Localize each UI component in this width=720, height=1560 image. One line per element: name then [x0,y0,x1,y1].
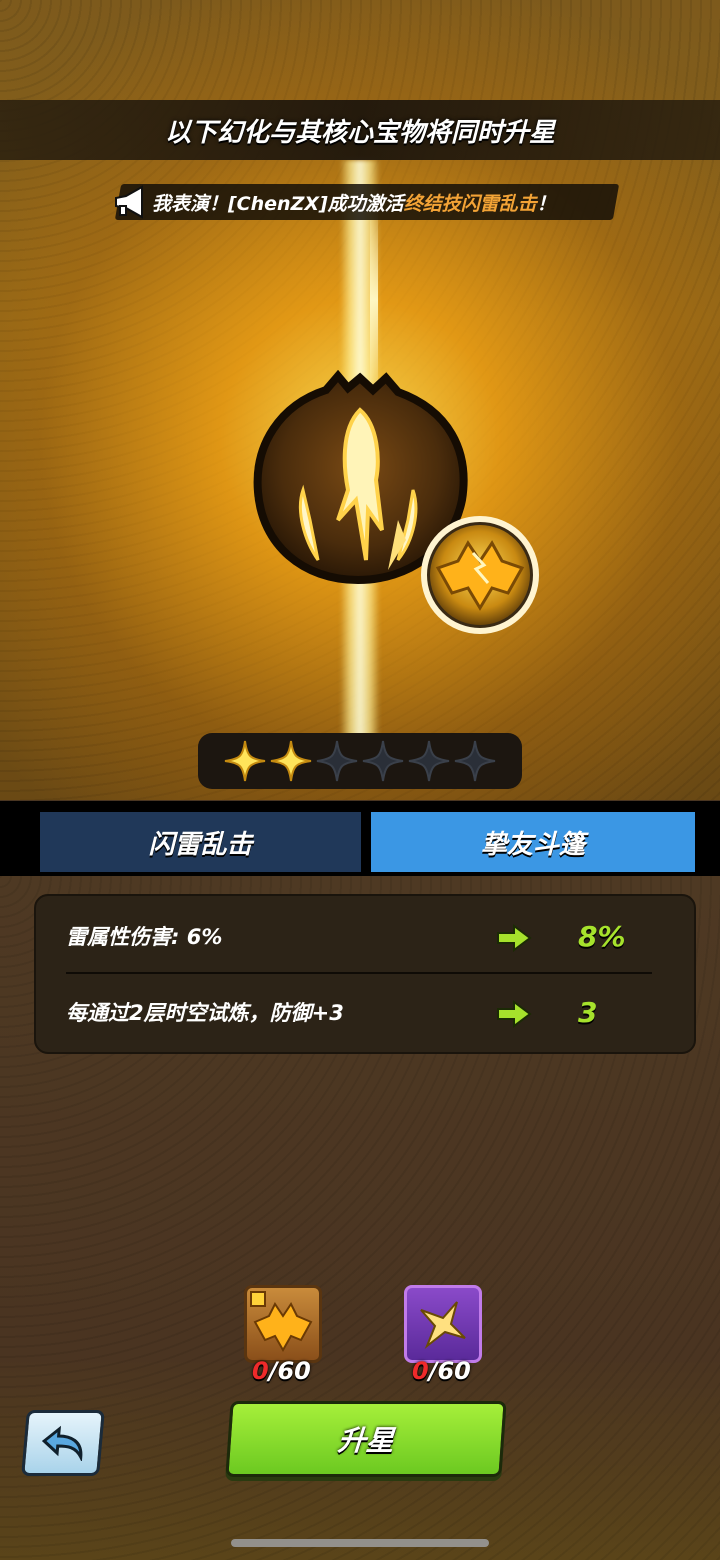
stat-row: 每通过2层时空试炼，防御+3 [66,992,344,1032]
material-have: 0 [252,1357,269,1385]
stat-label: 雷属性伤害: 6% [66,925,223,949]
stat-label: 每通过2层时空试炼，防御+3 [66,1001,344,1025]
announcement-highlight: 终结技闪雷乱击 [403,192,537,215]
star-rating [198,733,522,789]
megaphone-icon [115,185,143,219]
tab-lightning-strike[interactable]: 闪雷乱击 [40,812,361,872]
stat-value: 3 [578,996,598,1029]
tab-label: 挚友斗篷 [480,829,585,860]
upgrade-label: 升星 [336,1424,396,1457]
stat-row: 雷属性伤害: 6% [66,916,222,956]
star-empty-icon [408,740,450,782]
title-bar: 以下幻化与其核心宝物将同时升星 [0,100,720,160]
announcement-banner: 我表演！[ChenZX]成功激活 终结技闪雷乱击！ [112,184,622,220]
arrow-right-icon [497,924,532,952]
gold-star-icon [420,1301,466,1350]
bat-cloak-fragment-icon [250,1291,313,1353]
arrow-right-icon [497,1000,532,1028]
divider [66,972,652,974]
star-filled-icon [270,740,312,782]
stat-value: 8% [578,920,626,953]
material-gold-star[interactable] [404,1285,482,1363]
material-count: 0/60 [252,1357,311,1385]
stats-panel: 雷属性伤害: 6% 8% 每通过2层时空试炼，防御+3 3 [34,894,696,1054]
material-need: /60 [268,1357,311,1385]
material-count: 0/60 [412,1357,471,1385]
bat-cloak-treasure-icon [421,516,539,634]
material-have: 0 [412,1357,429,1385]
home-indicator[interactable] [231,1539,489,1547]
back-arrow-icon [41,1425,83,1461]
tab-label: 闪雷乱击 [148,829,253,860]
announcement-prefix: 我表演！[ChenZX]成功激活 [152,192,404,215]
announcement-suffix: ！ [536,192,556,215]
star-filled-icon [224,740,266,782]
star-empty-icon [454,740,496,782]
material-need: /60 [428,1357,471,1385]
page-title: 以下幻化与其核心宝物将同时升星 [164,117,555,148]
tab-friend-cloak[interactable]: 挚友斗篷 [371,812,695,872]
star-empty-icon [316,740,358,782]
upgrade-star-button[interactable]: 升星 [225,1401,507,1477]
material-bat-cloak-fragment[interactable] [244,1285,322,1363]
back-button[interactable] [21,1410,105,1476]
star-empty-icon [362,740,404,782]
